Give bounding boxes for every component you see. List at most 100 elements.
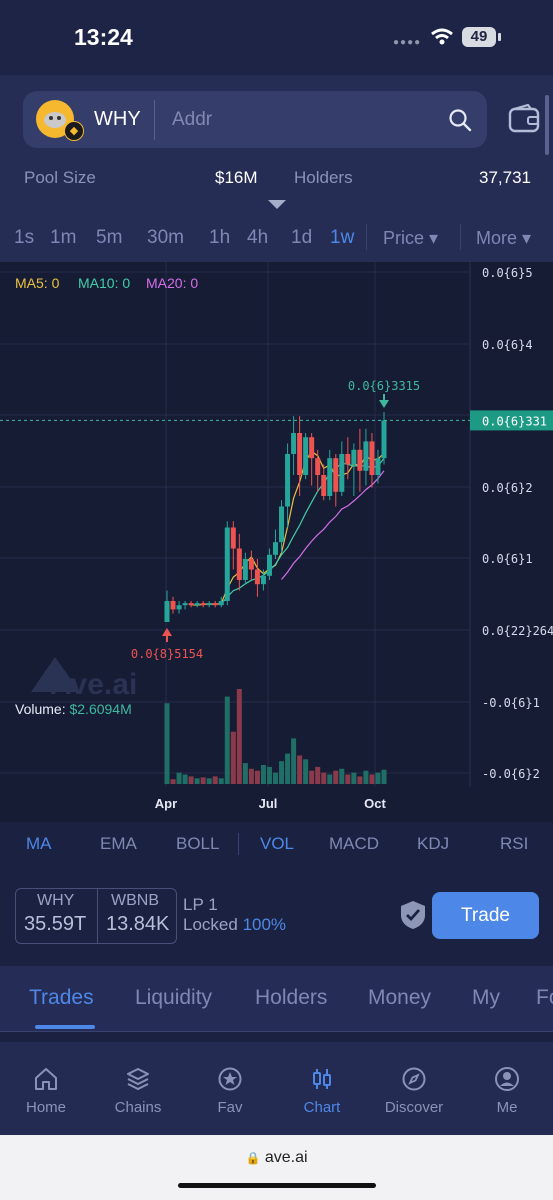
- volume-bar: [291, 738, 297, 784]
- address-input[interactable]: [170, 102, 434, 138]
- tab-my[interactable]: My: [472, 986, 500, 1010]
- wifi-icon: [431, 28, 453, 45]
- timeframe-5m[interactable]: 5m: [96, 227, 122, 249]
- candle-body: [309, 437, 315, 459]
- volume-value: $2.6094M: [69, 701, 132, 717]
- candle-body: [321, 475, 327, 496]
- candle-body: [218, 601, 224, 606]
- discover-icon: [402, 1067, 426, 1091]
- max-price-label: 0.0{6}3315: [348, 379, 420, 393]
- candle-body: [254, 569, 260, 585]
- bnb-chain-icon: ◆: [64, 121, 84, 141]
- candle-body: [273, 542, 278, 555]
- content-area: [0, 1032, 553, 1042]
- timeframe-30m[interactable]: 30m: [147, 227, 184, 249]
- locked-percent: 100%: [242, 915, 287, 934]
- locked-status: Locked 100%: [183, 915, 286, 935]
- volume-bar: [170, 779, 176, 784]
- timeframe-4h[interactable]: 4h: [247, 227, 268, 249]
- indicator-kdj[interactable]: KDJ: [417, 834, 449, 854]
- token-symbol[interactable]: WHY: [94, 108, 141, 131]
- candle-body: [164, 601, 170, 622]
- url-bar[interactable]: 🔒 ave.ai: [0, 1149, 553, 1167]
- chevron-down-icon: ▾: [429, 228, 439, 248]
- candle-body: [188, 603, 194, 606]
- volume-bar: [285, 753, 291, 784]
- candle-body: [206, 603, 212, 606]
- expand-caret-icon[interactable]: [268, 200, 286, 209]
- candle-body: [297, 433, 303, 475]
- candle-body: [291, 433, 297, 454]
- volume-bar: [206, 778, 212, 784]
- y-tick-label: 0.0{6}4: [482, 338, 533, 352]
- nav-fav-label: Fav: [217, 1099, 243, 1116]
- volume-bar: [279, 761, 285, 784]
- nav-home[interactable]: Home: [6, 1066, 86, 1116]
- chevron-down-icon: ▾: [522, 228, 532, 248]
- candle-body: [260, 575, 266, 585]
- candle-body: [285, 454, 291, 507]
- timeframe-bar: [0, 212, 553, 262]
- lock-icon: 🔒: [245, 1151, 261, 1165]
- timeframe-1d[interactable]: 1d: [291, 227, 312, 249]
- nav-me[interactable]: Me: [467, 1066, 547, 1116]
- search-icon[interactable]: [448, 108, 472, 132]
- indicator-ema[interactable]: EMA: [100, 834, 137, 854]
- volume-bar: [339, 768, 345, 784]
- tab-money[interactable]: Money: [368, 986, 431, 1010]
- holders-value: 37,731: [479, 168, 531, 187]
- indicator-rsi[interactable]: RSI: [500, 834, 528, 854]
- tab-holders[interactable]: Holders: [255, 986, 327, 1010]
- nav-chains[interactable]: Chains: [98, 1066, 178, 1116]
- candle-body: [333, 458, 339, 492]
- timeframe-1w[interactable]: 1w: [330, 227, 354, 249]
- wallet-icon[interactable]: [508, 104, 542, 134]
- holders-label: Holders: [294, 168, 353, 187]
- nav-chart[interactable]: Chart: [282, 1066, 362, 1116]
- volume-bar: [345, 774, 351, 784]
- signal-icon: ●●●●: [393, 37, 422, 48]
- nav-discover-label: Discover: [384, 1099, 444, 1116]
- scroll-indicator: [545, 95, 549, 155]
- candle-body: [369, 441, 375, 475]
- volume-caption: Volume:: [15, 701, 66, 717]
- url-text: ave.ai: [264, 1149, 308, 1166]
- timeframe-divider: [460, 224, 461, 250]
- volume-bar: [321, 772, 327, 784]
- indicator-ma[interactable]: MA: [26, 834, 52, 854]
- token-b-amount: 13.84K: [106, 913, 170, 935]
- price-dropdown-label: Price: [383, 228, 425, 248]
- volume-bar: [327, 774, 333, 784]
- y-tick-label: -0.0{6}1: [482, 696, 540, 710]
- y-tick-label: 0.0{22}2647: [482, 624, 553, 638]
- price-dropdown[interactable]: Price ▾: [383, 228, 438, 249]
- price-chart[interactable]: Ave.ai MA5: 0 MA10: 0 MA20: 0 0.0{6}50.0…: [0, 262, 553, 822]
- candle-body: [327, 458, 333, 496]
- tab-fo[interactable]: Fo: [536, 986, 553, 1010]
- tab-liquidity[interactable]: Liquidity: [135, 986, 212, 1010]
- volume-bar: [369, 774, 375, 784]
- timeframe-1s[interactable]: 1s: [14, 227, 34, 249]
- nav-discover[interactable]: Discover: [374, 1066, 454, 1116]
- candle-body: [194, 603, 200, 606]
- pool-size-label: Pool Size: [24, 168, 96, 187]
- volume-bar: [188, 776, 194, 784]
- indicator-boll[interactable]: BOLL: [176, 834, 219, 854]
- trade-button[interactable]: Trade: [432, 892, 539, 939]
- battery-tip: [498, 33, 501, 41]
- timeframe-1m[interactable]: 1m: [50, 227, 76, 249]
- indicator-macd[interactable]: MACD: [329, 834, 379, 854]
- candle-body: [339, 454, 345, 492]
- candle-body: [236, 548, 242, 580]
- timeframe-1h[interactable]: 1h: [209, 227, 230, 249]
- tab-trades[interactable]: Trades: [29, 986, 94, 1010]
- nav-fav[interactable]: Fav: [190, 1066, 270, 1116]
- nav-chart-label: Chart: [303, 1099, 341, 1116]
- volume-bar: [303, 759, 309, 784]
- indicator-vol[interactable]: VOL: [260, 834, 294, 854]
- ma10-label: MA10: 0: [78, 275, 130, 291]
- y-tick-label: -0.0{6}2: [482, 767, 540, 781]
- locked-label: Locked: [183, 915, 238, 934]
- more-dropdown[interactable]: More ▾: [476, 228, 531, 249]
- active-tab-indicator: [35, 1025, 95, 1029]
